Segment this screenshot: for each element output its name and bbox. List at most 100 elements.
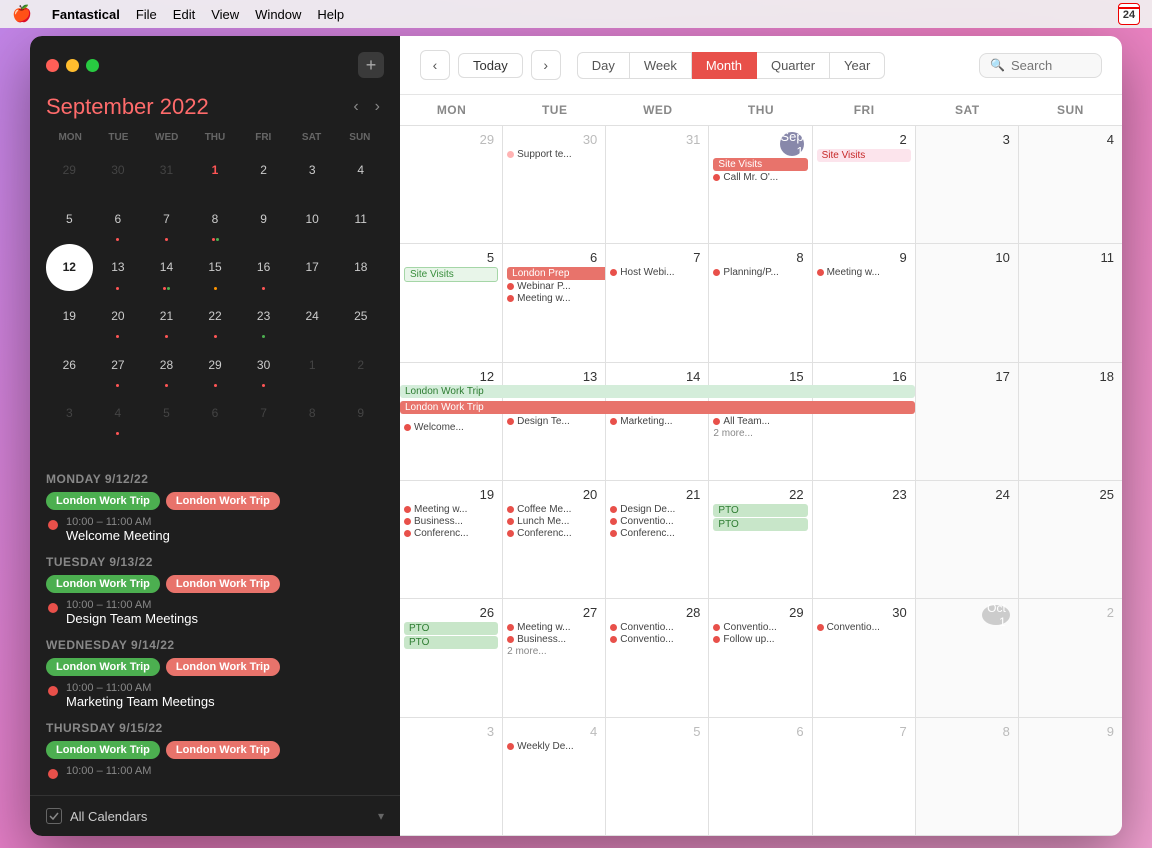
event-item[interactable]: PTO (713, 504, 807, 517)
mini-cal-day[interactable]: 10 (289, 196, 336, 243)
mini-cal-day[interactable]: 1 (192, 147, 239, 194)
mini-cal-day[interactable]: 30 (240, 341, 287, 388)
cal-cell[interactable]: 5 (606, 718, 709, 835)
mini-cal-day[interactable]: 15 (192, 244, 239, 291)
event-item[interactable]: Meeting w... (507, 622, 601, 633)
mini-cal-day[interactable]: 16 (240, 244, 287, 291)
cal-cell[interactable]: 2 Site Visits (813, 126, 916, 243)
today-button[interactable]: Today (458, 53, 523, 78)
mini-cal-day[interactable]: 29 (46, 147, 93, 194)
cal-cell[interactable]: 31 (606, 126, 709, 243)
mini-cal-day[interactable]: 4 (95, 390, 142, 437)
mini-cal-day[interactable]: 3 (46, 390, 93, 437)
mini-cal-day[interactable]: 6 (95, 196, 142, 243)
chevron-down-icon[interactable]: ▾ (378, 809, 384, 823)
cal-cell[interactable]: 3 (916, 126, 1019, 243)
agenda-tag[interactable]: London Work Trip (46, 492, 160, 510)
mini-cal-day[interactable]: 4 (337, 147, 384, 194)
search-input[interactable] (1011, 58, 1091, 73)
menu-window[interactable]: Window (255, 7, 301, 22)
close-button[interactable] (46, 59, 59, 72)
mini-cal-day[interactable]: 3 (289, 147, 336, 194)
mini-cal-day[interactable]: 6 (192, 390, 239, 437)
cal-cell[interactable]: 7 Host Webi... (606, 244, 709, 361)
event-item[interactable]: Design De... (610, 504, 704, 515)
event-item[interactable]: Conventio... (817, 622, 911, 633)
mini-cal-day[interactable]: 2 (240, 147, 287, 194)
mini-cal-day[interactable]: 20 (95, 293, 142, 340)
mini-cal-day[interactable]: 28 (143, 341, 190, 388)
maximize-button[interactable] (86, 59, 99, 72)
cal-cell[interactable]: 17 (916, 363, 1019, 480)
mini-cal-day[interactable]: 8 (192, 196, 239, 243)
cal-cell[interactable]: 2 (1019, 599, 1122, 716)
cal-cell[interactable]: Oct 1 (916, 599, 1019, 716)
cal-cell[interactable]: 6 London Prep Webinar P... Meeting w... (503, 244, 606, 361)
cal-cell[interactable]: 9 Meeting w... (813, 244, 916, 361)
mini-cal-day[interactable]: 26 (46, 341, 93, 388)
agenda-event[interactable]: 10:00 – 11:00 AM (46, 765, 384, 779)
cal-cell[interactable]: 4 Weekly De... (503, 718, 606, 835)
cal-cell[interactable]: 8 (916, 718, 1019, 835)
cal-cell[interactable]: 22 PTO PTO (709, 481, 812, 598)
event-item[interactable]: Conventio... (610, 634, 704, 645)
cal-cell[interactable]: 29 Conventio... Follow up... (709, 599, 812, 716)
event-item[interactable]: Marketing... (610, 416, 704, 427)
mini-cal-day[interactable]: 5 (46, 196, 93, 243)
event-item[interactable]: Weekly De... (507, 741, 601, 752)
mini-cal-next[interactable]: › (371, 96, 384, 118)
view-tab-quarter[interactable]: Quarter (757, 52, 830, 79)
cal-cell[interactable]: 14 Marketing... (606, 363, 709, 480)
event-item[interactable]: Conferenc... (507, 528, 601, 539)
agenda-tag[interactable]: London Work Trip (46, 658, 160, 676)
event-item[interactable]: Site Visits (817, 149, 911, 162)
minimize-button[interactable] (66, 59, 79, 72)
event-item[interactable]: PTO (404, 636, 498, 649)
mini-cal-day[interactable]: 19 (46, 293, 93, 340)
mini-cal-day[interactable]: 11 (337, 196, 384, 243)
view-tab-day[interactable]: Day (577, 52, 630, 79)
cal-cell[interactable]: 9 (1019, 718, 1122, 835)
cal-cell[interactable]: 27 Meeting w... Business... 2 more... (503, 599, 606, 716)
mini-cal-day[interactable]: 2 (337, 341, 384, 388)
cal-cell[interactable]: 5 Site Visits (400, 244, 503, 361)
event-item[interactable]: Lunch Me... (507, 516, 601, 527)
mini-cal-day[interactable]: 13 (95, 244, 142, 291)
cal-cell[interactable]: 20 Coffee Me... Lunch Me... Conferenc... (503, 481, 606, 598)
cal-cell[interactable]: 30 Support te... (503, 126, 606, 243)
mini-cal-day[interactable]: 30 (95, 147, 142, 194)
more-events-link[interactable]: 2 more... (507, 646, 601, 657)
event-item[interactable]: Site Visits (404, 267, 498, 282)
menu-view[interactable]: View (211, 7, 239, 22)
cal-cell[interactable]: 29 (400, 126, 503, 243)
more-events-link[interactable]: 2 more... (713, 428, 807, 439)
cal-cell[interactable]: 8 Planning/P... (709, 244, 812, 361)
cal-cell[interactable]: 28 Conventio... Conventio... (606, 599, 709, 716)
cal-cell[interactable]: 16 (813, 363, 916, 480)
event-bar-london-green[interactable]: London Work Trip (400, 385, 915, 398)
agenda-tag[interactable]: London Work Trip (46, 575, 160, 593)
next-button[interactable]: › (531, 50, 561, 80)
mini-cal-day[interactable]: 7 (240, 390, 287, 437)
event-item[interactable]: Meeting w... (404, 504, 498, 515)
cal-cell[interactable]: 30 Conventio... (813, 599, 916, 716)
cal-cell[interactable]: 26 PTO PTO (400, 599, 503, 716)
add-event-button[interactable]: + (358, 52, 384, 78)
event-item[interactable]: Call Mr. O'... (713, 172, 807, 183)
agenda-event[interactable]: 10:00 – 11:00 AM Marketing Team Meetings (46, 682, 384, 709)
mini-cal-day[interactable]: 9 (337, 390, 384, 437)
mini-cal-day[interactable]: 5 (143, 390, 190, 437)
cal-cell[interactable]: 23 (813, 481, 916, 598)
event-item[interactable]: Business... (507, 634, 601, 645)
mini-cal-day[interactable]: 21 (143, 293, 190, 340)
menu-file[interactable]: File (136, 7, 157, 22)
cal-cell[interactable]: 10 (916, 244, 1019, 361)
mini-cal-day[interactable]: 29 (192, 341, 239, 388)
mini-cal-day[interactable]: 7 (143, 196, 190, 243)
event-item[interactable]: Follow up... (713, 634, 807, 645)
cal-cell[interactable]: 18 (1019, 363, 1122, 480)
agenda-event[interactable]: 10:00 – 11:00 AM Welcome Meeting (46, 516, 384, 543)
menu-help[interactable]: Help (317, 7, 344, 22)
event-item[interactable]: Coffee Me... (507, 504, 601, 515)
mini-cal-day[interactable]: 17 (289, 244, 336, 291)
